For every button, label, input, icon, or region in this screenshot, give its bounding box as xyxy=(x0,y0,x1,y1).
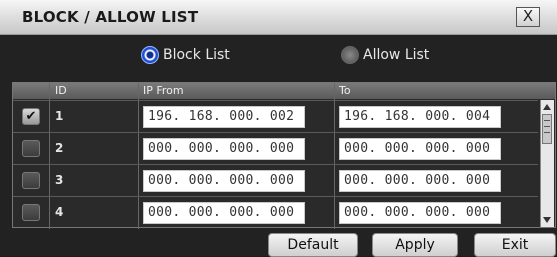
list-mode-selector: Block List Allow List xyxy=(0,34,557,74)
allow-list-radio[interactable]: Allow List xyxy=(341,44,429,66)
table-row: 3 000. 000. 000. 000 000. 000. 000. 000 xyxy=(13,164,538,197)
row-checkbox[interactable]: ✔ xyxy=(22,108,40,125)
table-row: 2 000. 000. 000. 000 000. 000. 000. 000 xyxy=(13,132,538,165)
apply-button[interactable]: Apply xyxy=(372,233,458,257)
table-row: ✔ 1 196. 168. 000. 002 196. 168. 000. 00… xyxy=(13,100,538,133)
header-id: ID xyxy=(55,84,67,97)
ip-from-field[interactable]: 000. 000. 000. 000 xyxy=(143,202,305,224)
row-checkbox[interactable] xyxy=(22,172,40,189)
title-bar: BLOCK / ALLOW LIST X xyxy=(0,0,557,35)
radio-unselected-icon xyxy=(341,46,359,64)
default-button[interactable]: Default xyxy=(268,233,358,257)
dialog-title: BLOCK / ALLOW LIST xyxy=(22,8,199,26)
ip-to-field[interactable]: 000. 000. 000. 000 xyxy=(339,202,501,224)
block-list-label: Block List xyxy=(163,47,230,63)
table-scrollbar[interactable] xyxy=(540,100,554,227)
row-id: 2 xyxy=(55,141,64,155)
ip-from-field[interactable]: 196. 168. 000. 002 xyxy=(143,106,305,128)
close-button[interactable]: X xyxy=(516,7,540,27)
row-checkbox[interactable] xyxy=(22,204,40,221)
scroll-up-icon[interactable] xyxy=(543,104,551,110)
header-ip-to: To xyxy=(339,84,351,97)
ip-to-field[interactable]: 196. 168. 000. 004 xyxy=(339,106,501,128)
row-checkbox[interactable] xyxy=(22,140,40,157)
scroll-thumb[interactable] xyxy=(542,114,552,144)
radio-selected-icon xyxy=(141,46,159,64)
ip-to-field[interactable]: 000. 000. 000. 000 xyxy=(339,170,501,192)
ip-list-table: ID IP From To ✔ 1 196. 168. 000. 002 196… xyxy=(12,82,556,229)
ip-to-field[interactable]: 000. 000. 000. 000 xyxy=(339,138,501,160)
header-ip-from: IP From xyxy=(143,84,184,97)
row-id: 1 xyxy=(55,109,64,123)
scroll-down-icon[interactable] xyxy=(543,217,551,223)
allow-list-label: Allow List xyxy=(363,47,430,63)
ip-from-field[interactable]: 000. 000. 000. 000 xyxy=(143,138,305,160)
row-id: 3 xyxy=(55,173,64,187)
exit-button[interactable]: Exit xyxy=(474,233,556,257)
row-id: 4 xyxy=(55,205,64,219)
ip-from-field[interactable]: 000. 000. 000. 000 xyxy=(143,170,305,192)
table-row: 4 000. 000. 000. 000 000. 000. 000. 000 xyxy=(13,196,538,229)
block-allow-dialog: BLOCK / ALLOW LIST X Block List Allow Li… xyxy=(0,0,557,257)
block-list-radio[interactable]: Block List xyxy=(141,44,230,66)
table-header: ID IP From To xyxy=(13,83,555,99)
